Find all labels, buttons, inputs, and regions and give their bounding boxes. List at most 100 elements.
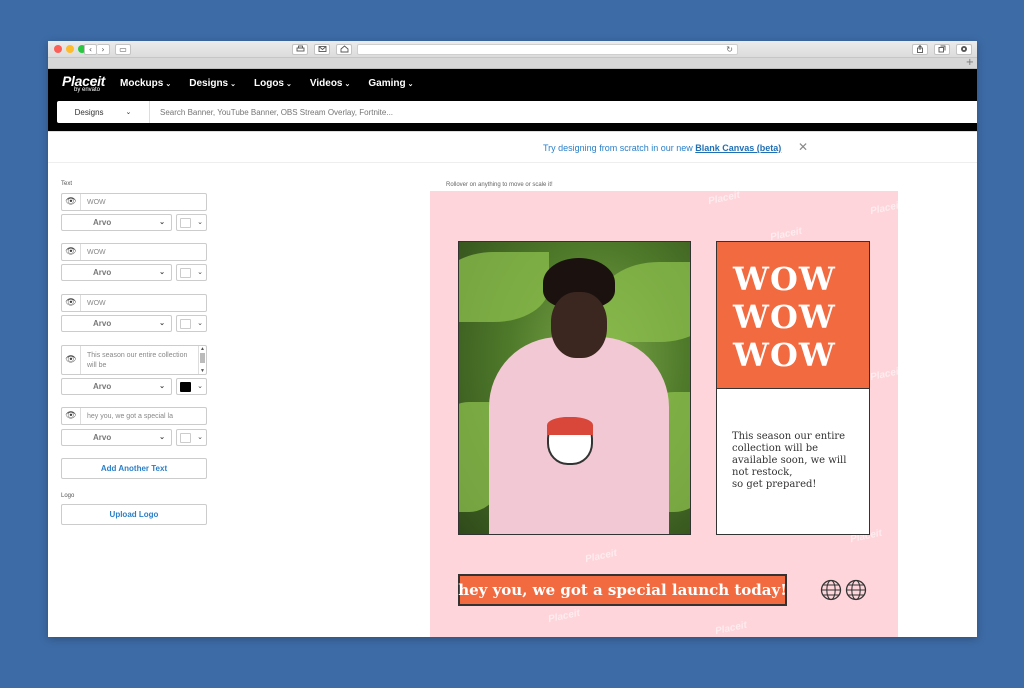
nav-gaming[interactable]: Gaming ⌄ <box>368 78 413 89</box>
home-icon <box>340 45 348 53</box>
chevron-down-icon: ⌄ <box>197 434 203 441</box>
mail-button[interactable] <box>314 44 330 55</box>
font-select-2[interactable]: Arvo ⌄ <box>61 264 172 281</box>
search-input[interactable] <box>150 101 977 123</box>
text-input-2[interactable]: WOW <box>81 244 206 260</box>
color-picker-2[interactable]: ⌄ <box>176 264 207 281</box>
watermark: Placeit <box>869 365 898 384</box>
chevron-down-icon: ⌄ <box>165 81 172 88</box>
address-bar[interactable]: ↻ <box>357 44 738 55</box>
extension-button[interactable] <box>956 44 972 55</box>
body-text[interactable]: This season our entire collection will b… <box>732 431 855 491</box>
watermark: Placeit <box>869 199 898 218</box>
chevron-down-icon: ⌄ <box>159 219 165 226</box>
site-header: Placeit by envato Mockups ⌄ Designs ⌄ Logo… <box>48 69 977 99</box>
chevron-down-icon: ⌄ <box>230 81 236 88</box>
chevron-down-icon: ⌄ <box>197 219 203 226</box>
font-select-5[interactable]: Arvo ⌄ <box>61 429 172 446</box>
watermark: Placeit <box>547 607 582 626</box>
settings-icon <box>961 46 967 52</box>
tabs-button[interactable] <box>934 44 950 55</box>
model-photo[interactable] <box>458 241 691 535</box>
leaf-shape <box>459 252 549 322</box>
tab-strip: + <box>48 58 977 69</box>
print-button[interactable] <box>292 44 308 55</box>
launch-banner[interactable]: hey you, we got a special launch today! <box>458 574 787 606</box>
text-field-3: 👁 WOW <box>61 294 207 312</box>
close-icon[interactable]: ✕ <box>798 140 808 154</box>
watermark: Placeit <box>714 619 749 637</box>
text-field-1: 👁 WOW <box>61 193 207 211</box>
close-window-button[interactable] <box>54 45 62 53</box>
mail-icon <box>318 46 326 52</box>
category-select[interactable]: Designs ⌄ <box>57 101 150 123</box>
chevron-down-icon: ⌄ <box>197 320 203 327</box>
headline-line-1[interactable]: WOW <box>733 260 853 298</box>
chevron-down-icon: ⌄ <box>197 269 203 276</box>
placeit-logo[interactable]: Placeit by envato <box>62 73 105 93</box>
nav-designs[interactable]: Designs ⌄ <box>189 78 236 89</box>
home-button[interactable] <box>336 44 352 55</box>
face-shape <box>551 292 607 358</box>
chevron-down-icon: ⌄ <box>286 81 292 88</box>
headline-card[interactable]: WOW WOW WOW <box>716 241 870 388</box>
color-picker-3[interactable]: ⌄ <box>176 315 207 332</box>
chevron-down-icon: ⌄ <box>197 383 203 390</box>
banner-message: Try designing from scratch in our new Bl… <box>543 143 782 153</box>
share-button[interactable] <box>912 44 928 55</box>
new-tab-button[interactable]: + <box>966 58 974 68</box>
back-button[interactable]: ‹ <box>84 44 97 55</box>
sidebar-toggle-button[interactable]: ▭ <box>115 44 131 55</box>
eye-icon[interactable]: 👁 <box>62 244 81 260</box>
font-select-3[interactable]: Arvo ⌄ <box>61 315 172 332</box>
color-swatch <box>180 382 191 392</box>
eye-icon[interactable]: 👁 <box>62 346 81 374</box>
nav-videos[interactable]: Videos ⌄ <box>310 78 350 89</box>
font-select-1[interactable]: Arvo ⌄ <box>61 214 172 231</box>
color-picker-5[interactable]: ⌄ <box>176 429 207 446</box>
text-input-3[interactable]: WOW <box>81 295 206 311</box>
upload-logo-button[interactable]: Upload Logo <box>61 504 207 525</box>
text-input-5[interactable]: hey you, we got a special la <box>81 408 206 424</box>
canvas-hint: Rollover on anything to move or scale it… <box>446 182 553 188</box>
chevron-down-icon: ⌄ <box>159 383 165 390</box>
add-text-button[interactable]: Add Another Text <box>61 458 207 479</box>
font-select-4[interactable]: Arvo ⌄ <box>61 378 172 395</box>
launch-text[interactable]: hey you, we got a special launch today! <box>458 581 787 599</box>
watermark: Placeit <box>584 547 619 566</box>
blank-canvas-link[interactable]: Blank Canvas (beta) <box>695 143 781 153</box>
forward-button[interactable]: › <box>97 44 110 55</box>
eye-icon[interactable]: 👁 <box>62 295 81 311</box>
eye-icon[interactable]: 👁 <box>62 194 81 210</box>
globe-icon <box>820 579 842 601</box>
chevron-down-icon: ⌄ <box>159 434 165 441</box>
nav-mockups[interactable]: Mockups ⌄ <box>120 78 171 89</box>
color-swatch <box>180 319 191 329</box>
text-input-1[interactable]: WOW <box>81 194 206 210</box>
textarea-scrollbar[interactable]: ▲ ▼ <box>198 346 206 374</box>
eye-icon[interactable]: 👁 <box>62 408 81 424</box>
chevron-down-icon: ⌄ <box>125 109 132 116</box>
chevron-down-icon: ⌄ <box>407 81 414 88</box>
arrow-down-icon: ▼ <box>200 368 205 374</box>
category-label: Designs <box>74 107 104 117</box>
scroll-thumb <box>200 353 205 363</box>
promo-banner: Try designing from scratch in our new Bl… <box>48 132 977 163</box>
reload-icon[interactable]: ↻ <box>726 45 733 55</box>
body-card[interactable]: This season our entire collection will b… <box>716 388 870 535</box>
browser-toolbar: ‹ › ▭ ↻ <box>48 41 977 58</box>
headline-line-2[interactable]: WOW <box>733 298 853 336</box>
logo-section-label: Logo <box>61 493 75 499</box>
globe-icons[interactable] <box>820 579 867 601</box>
share-icon <box>917 44 923 53</box>
printer-icon <box>296 45 304 52</box>
search-row: Designs ⌄ <box>48 99 977 132</box>
minimize-window-button[interactable] <box>66 45 74 53</box>
headline-line-3[interactable]: WOW <box>733 336 853 374</box>
text-area-4[interactable]: This season our entire collection will b… <box>81 346 198 374</box>
globe-icon <box>845 579 867 601</box>
nav-logos[interactable]: Logos ⌄ <box>254 78 292 89</box>
design-canvas[interactable]: Placeit Placeit Placeit Placeit Placeit … <box>430 191 898 637</box>
color-picker-4[interactable]: ⌄ <box>176 378 207 395</box>
color-picker-1[interactable]: ⌄ <box>176 214 207 231</box>
